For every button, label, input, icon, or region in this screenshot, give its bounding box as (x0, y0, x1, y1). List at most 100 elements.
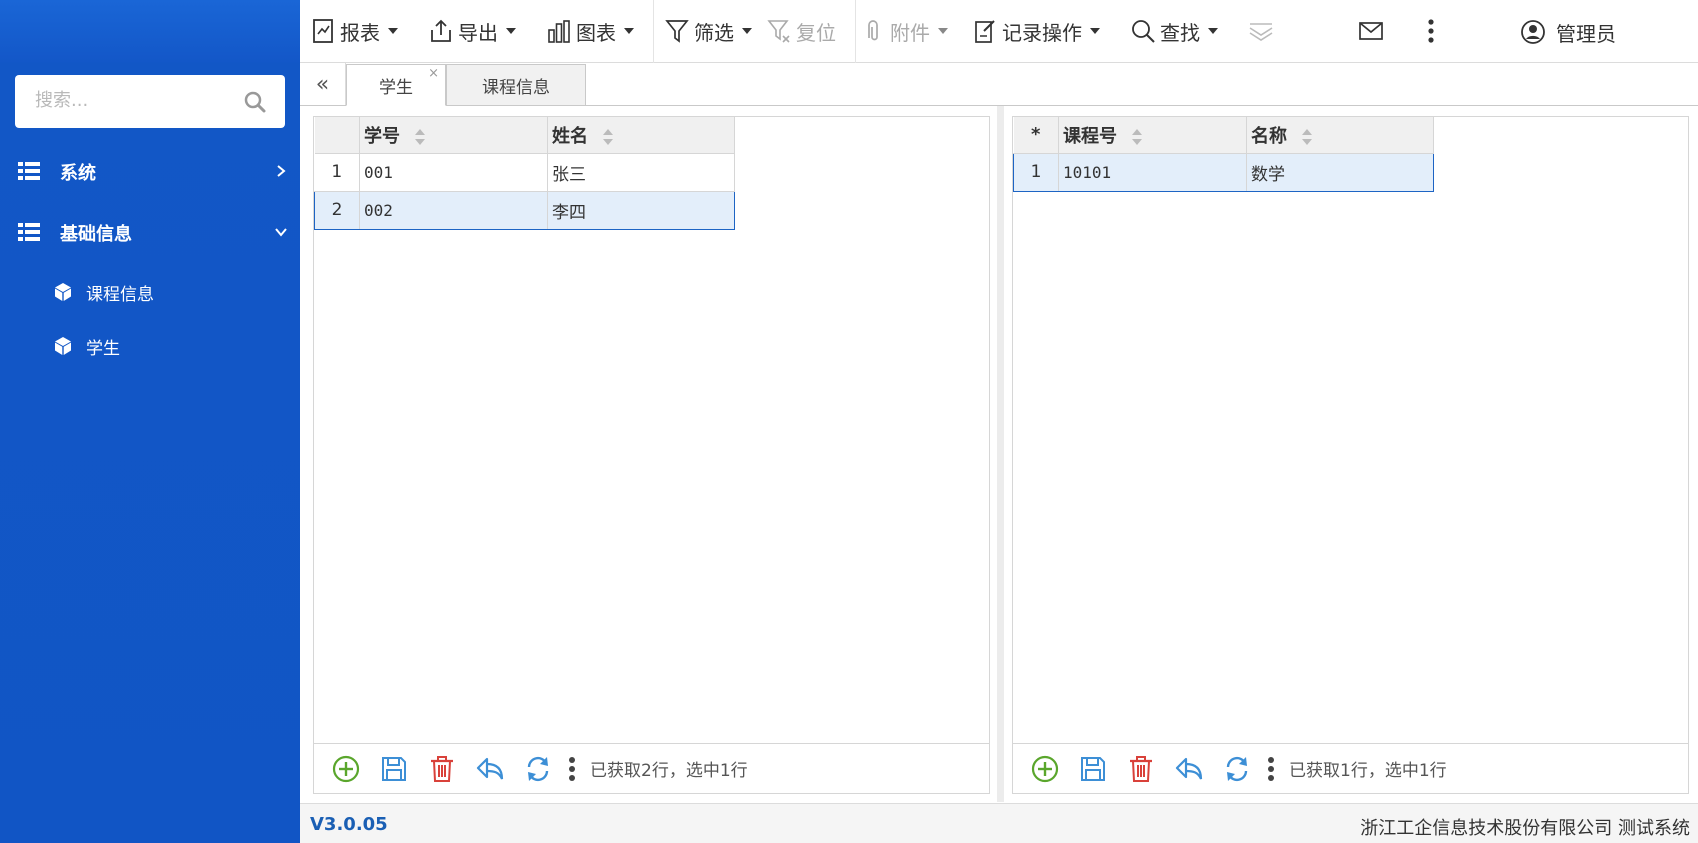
more-menu-button[interactable] (1418, 14, 1448, 48)
menu-item-basic-info[interactable]: 基础信息 (0, 209, 300, 257)
sidebar-item-label: 学生 (86, 338, 120, 359)
table-row-selected[interactable]: 2 002 李四 (314, 190, 735, 230)
grid-status-text: 已获取2行，选中1行 (590, 761, 748, 781)
reset-label: 复位 (796, 20, 836, 45)
attachment-label: 附件 (890, 20, 930, 45)
grid-more-button[interactable] (1263, 753, 1279, 785)
student-grid-panel: 学号 姓名 1 001 张三 2 002 李四 已获取2行，选中1行 (313, 116, 990, 794)
top-toolbar: 报表 导出 图表 筛选 复位 附件 记录操作 查找 管理员 (300, 0, 1698, 63)
collapse-sidebar-button[interactable]: « (300, 63, 346, 105)
sidebar: 系统 基础信息 课程信息 学生 (0, 0, 300, 843)
student-id-cell[interactable]: 001 (359, 153, 548, 192)
table-row[interactable]: 1 001 张三 (314, 153, 735, 192)
refresh-button[interactable] (1221, 753, 1253, 785)
search-icon (1132, 20, 1155, 43)
column-header-course-code[interactable]: 课程号 (1058, 117, 1247, 154)
record-ops-button[interactable]: 记录操作 (972, 14, 1100, 48)
filter-icon (665, 20, 689, 43)
menu-item-system[interactable]: 系统 (0, 148, 300, 196)
save-button[interactable] (378, 753, 410, 785)
chart-button[interactable]: 图表 (546, 14, 634, 48)
report-button[interactable]: 报表 (310, 14, 398, 48)
course-grid-panel: * 课程号 名称 1 10101 数学 已获取1行，选中1行 (1012, 116, 1689, 794)
report-label: 报表 (340, 20, 380, 45)
undo-button[interactable] (1173, 753, 1205, 785)
column-header-course-name[interactable]: 名称 (1246, 117, 1434, 154)
mail-button[interactable] (1358, 14, 1388, 48)
course-code-cell[interactable]: 10101 (1058, 152, 1247, 192)
sidebar-item-student[interactable]: 学生 (0, 324, 300, 368)
sidebar-search-input[interactable] (35, 75, 245, 126)
column-header-id[interactable]: 学号 (359, 117, 548, 154)
add-button[interactable] (330, 753, 362, 785)
row-number-header (314, 117, 360, 154)
sort-icon (415, 128, 426, 145)
reset-filter-button[interactable]: 复位 (766, 14, 836, 48)
save-button[interactable] (1077, 753, 1109, 785)
double-chevron-down-icon (1249, 23, 1273, 41)
delete-button[interactable] (426, 753, 458, 785)
find-label: 查找 (1160, 20, 1200, 45)
export-button[interactable]: 导出 (428, 14, 516, 48)
user-name: 管理员 (1556, 21, 1616, 46)
add-button[interactable] (1029, 753, 1061, 785)
tab-label: 学生 (379, 77, 413, 98)
tab-course-info[interactable]: 课程信息 (446, 64, 586, 106)
collapse-toolbar-button[interactable] (1248, 14, 1278, 48)
column-header-name[interactable]: 姓名 (547, 117, 735, 154)
find-button[interactable]: 查找 (1130, 14, 1218, 48)
chevron-down-icon (275, 228, 287, 237)
refresh-icon (527, 756, 549, 781)
row-number: 1 (314, 153, 360, 192)
search-icon[interactable] (243, 90, 267, 114)
user-menu[interactable]: 管理员 (1520, 15, 1616, 49)
tab-strip: « 学生 × 课程信息 (300, 63, 1698, 106)
grid-more-button[interactable] (564, 753, 580, 785)
mail-icon (1359, 22, 1383, 40)
export-label: 导出 (458, 20, 498, 45)
add-icon (1031, 755, 1059, 782)
sort-icon (603, 128, 614, 145)
course-name-cell[interactable]: 数学 (1246, 152, 1434, 192)
grid-footer: 已获取1行，选中1行 (1013, 743, 1688, 793)
grid-footer: 已获取2行，选中1行 (314, 743, 989, 793)
filter-button[interactable]: 筛选 (664, 14, 752, 48)
filter-label: 筛选 (694, 20, 734, 45)
panel-splitter[interactable] (997, 106, 1004, 802)
export-icon (431, 19, 451, 42)
save-icon (382, 756, 406, 781)
sort-icon (1302, 128, 1313, 145)
table-row-selected[interactable]: 1 10101 数学 (1013, 152, 1434, 192)
attachment-button[interactable]: 附件 (860, 14, 948, 48)
student-name-cell[interactable]: 张三 (547, 153, 735, 192)
delete-button[interactable] (1125, 753, 1157, 785)
student-name-cell[interactable]: 李四 (547, 190, 735, 230)
sidebar-item-course-info[interactable]: 课程信息 (0, 270, 300, 314)
undo-icon (476, 757, 504, 779)
close-icon[interactable]: × (428, 66, 439, 81)
menu-item-label: 基础信息 (60, 224, 132, 245)
row-number: 1 (1013, 152, 1059, 192)
tab-label: 课程信息 (482, 77, 550, 98)
more-vertical-icon (569, 756, 575, 781)
trash-icon (431, 755, 453, 782)
menu-item-label: 系统 (60, 163, 96, 184)
list-icon (18, 162, 40, 180)
save-icon (1081, 756, 1105, 781)
student-id-cell[interactable]: 002 (359, 190, 548, 230)
version-label: V3.0.05 (310, 814, 388, 835)
chart-label: 图表 (576, 20, 616, 45)
row-number-header: * (1013, 117, 1059, 154)
undo-button[interactable] (474, 753, 506, 785)
refresh-button[interactable] (522, 753, 554, 785)
sidebar-search-box (15, 75, 285, 128)
add-icon (332, 755, 360, 782)
report-icon (313, 19, 333, 43)
tab-student[interactable]: 学生 × (346, 64, 446, 106)
cube-icon (55, 283, 71, 301)
record-ops-label: 记录操作 (1002, 20, 1082, 45)
status-bar: V3.0.05 浙江工企信息技术股份有限公司 测试系统 (300, 803, 1698, 843)
double-chevron-left-icon: « (315, 71, 330, 97)
more-vertical-icon (1268, 756, 1274, 781)
paperclip-icon (868, 20, 878, 41)
